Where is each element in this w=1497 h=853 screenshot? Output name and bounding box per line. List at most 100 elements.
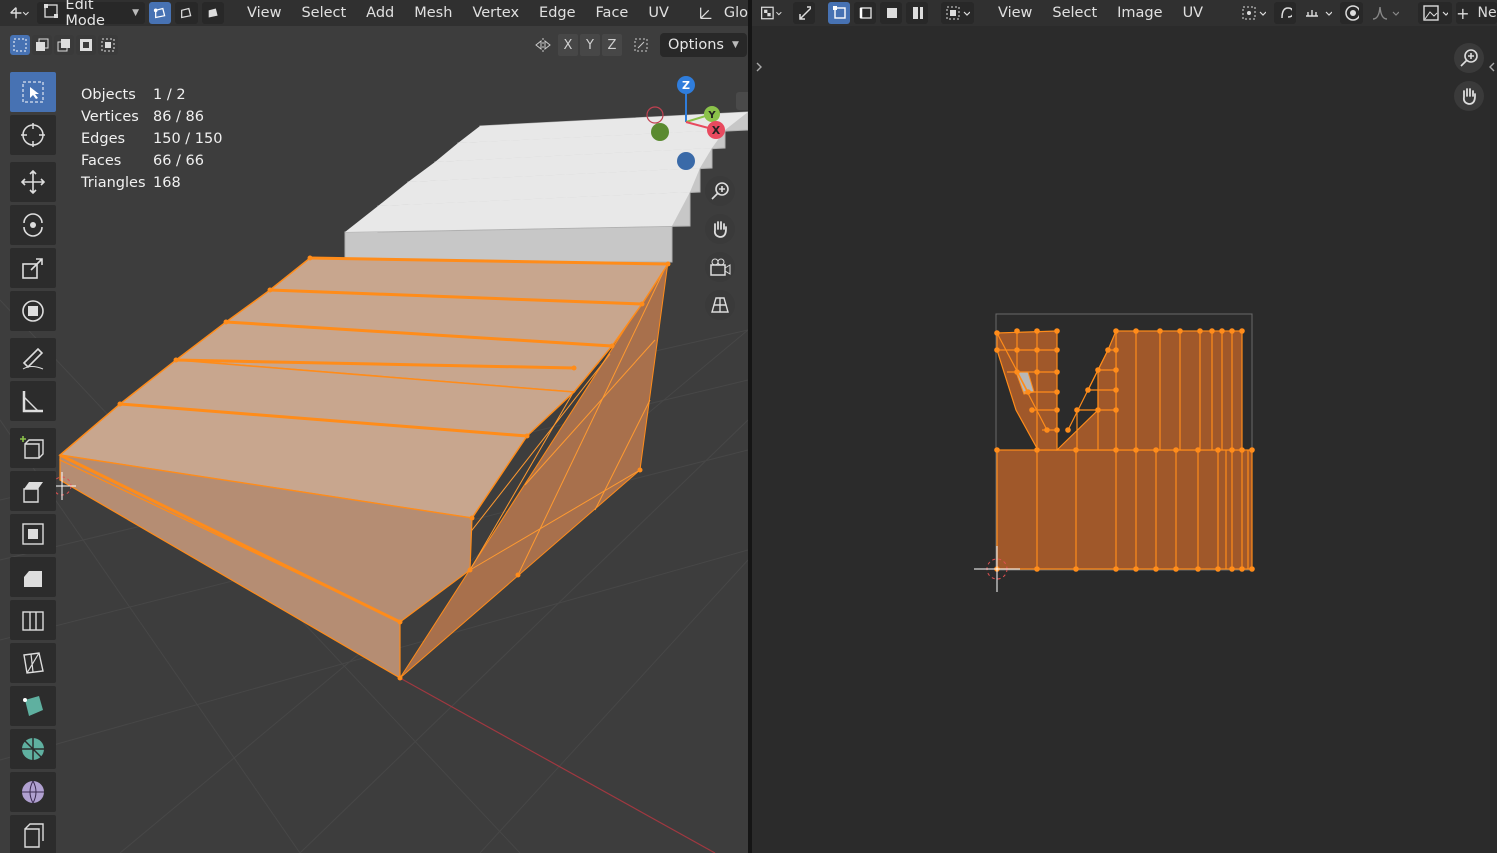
proportional-edit-button[interactable] bbox=[1340, 2, 1364, 24]
camera-view-button[interactable] bbox=[705, 252, 735, 282]
menu-select[interactable]: Select bbox=[293, 2, 354, 24]
uv-sync-selection-button[interactable] bbox=[792, 2, 816, 24]
uv-menu-view[interactable]: View bbox=[990, 2, 1040, 24]
new-image-button[interactable]: + Ne bbox=[1455, 2, 1497, 24]
image-icon bbox=[1422, 5, 1448, 21]
menu-uv[interactable]: UV bbox=[640, 2, 677, 24]
mode-select[interactable]: Edit Mode ▼ bbox=[37, 0, 146, 29]
perspective-toggle-button[interactable] bbox=[705, 290, 735, 320]
sidebar-expand-chevron-icon[interactable] bbox=[1487, 58, 1497, 76]
menu-view[interactable]: View bbox=[239, 2, 289, 24]
uv-menu-uv[interactable]: UV bbox=[1175, 2, 1212, 24]
uv-header: View Select Image UV + Ne bbox=[752, 0, 1497, 26]
uv-editor[interactable]: View Select Image UV + Ne bbox=[752, 0, 1497, 853]
add-cube-tool[interactable] bbox=[10, 428, 56, 468]
toolbar-expand-chevron-icon[interactable] bbox=[754, 58, 764, 76]
poly-build-tool[interactable] bbox=[10, 686, 56, 726]
annotate-tool[interactable] bbox=[10, 338, 56, 378]
select-invert-icon[interactable] bbox=[76, 35, 96, 55]
select-extend-icon[interactable] bbox=[32, 35, 52, 55]
image-browse-button[interactable] bbox=[1417, 2, 1452, 24]
navigation-gizmo[interactable]: Z Y X bbox=[636, 70, 748, 180]
menu-add[interactable]: Add bbox=[358, 2, 402, 24]
mirror-x-button[interactable]: X bbox=[558, 34, 578, 56]
vertex-select-mode-button[interactable] bbox=[149, 2, 172, 24]
smooth-tool[interactable] bbox=[10, 772, 56, 812]
zoom-icon bbox=[1460, 49, 1478, 67]
transform-tool[interactable] bbox=[10, 291, 56, 331]
menu-edge[interactable]: Edge bbox=[531, 2, 584, 24]
falloff-button[interactable] bbox=[1367, 2, 1403, 24]
select-new-icon[interactable] bbox=[10, 35, 30, 55]
uv-island-mode-button[interactable] bbox=[906, 2, 929, 24]
falloff-curve-icon bbox=[1373, 6, 1399, 20]
sticky-select-icon bbox=[946, 6, 970, 20]
sync-arrows-icon bbox=[798, 6, 812, 20]
proportional-connected-button[interactable] bbox=[1273, 2, 1297, 24]
mirror-icon[interactable] bbox=[530, 34, 556, 56]
spin-tool[interactable] bbox=[10, 729, 56, 769]
mode-label: Edit Mode bbox=[65, 0, 105, 29]
uv-menu-image[interactable]: Image bbox=[1109, 2, 1170, 24]
gizmo-z-label: Z bbox=[682, 79, 690, 92]
uv-menu-select[interactable]: Select bbox=[1044, 2, 1105, 24]
inset-tool[interactable] bbox=[10, 514, 56, 554]
edge-slide-tool[interactable] bbox=[10, 815, 56, 853]
snap-button[interactable] bbox=[1300, 2, 1336, 24]
zoom-icon bbox=[711, 182, 729, 200]
stats-row: Triangles 168 bbox=[81, 172, 222, 194]
knife-tool[interactable] bbox=[10, 643, 56, 683]
menu-vertex[interactable]: Vertex bbox=[464, 2, 527, 24]
face-select-mode-button[interactable] bbox=[201, 2, 224, 24]
proportional-circle-icon bbox=[1345, 5, 1360, 21]
rotate-icon bbox=[23, 213, 43, 237]
uv-pan-button[interactable] bbox=[1454, 81, 1484, 111]
pan-button[interactable] bbox=[705, 214, 735, 244]
uv-sticky-select-button[interactable] bbox=[941, 2, 974, 24]
transform-icon bbox=[22, 300, 44, 322]
uv-canvas[interactable] bbox=[752, 0, 1497, 853]
loop-cut-tool[interactable] bbox=[10, 600, 56, 640]
cursor-tool[interactable] bbox=[10, 115, 56, 155]
uv-editor-type-icon[interactable] bbox=[756, 2, 789, 24]
select-subtract-icon[interactable] bbox=[54, 35, 74, 55]
bevel-tool[interactable] bbox=[10, 557, 56, 597]
options-dropdown[interactable]: Options ▼ bbox=[660, 33, 747, 57]
measure-tool[interactable] bbox=[10, 381, 56, 421]
pivot-point-button[interactable] bbox=[1237, 2, 1270, 24]
transform-orientation-icon[interactable] bbox=[694, 2, 718, 24]
zoom-button[interactable] bbox=[705, 176, 735, 206]
rotate-tool[interactable] bbox=[10, 205, 56, 245]
extrude-tool[interactable] bbox=[10, 471, 56, 511]
grid-perspective-icon bbox=[711, 297, 729, 313]
3d-viewport[interactable]: Edit Mode ▼ View Select Add Mesh Vertex … bbox=[0, 0, 748, 853]
menu-face[interactable]: Face bbox=[588, 2, 637, 24]
select-box-tool[interactable] bbox=[10, 72, 56, 112]
add-cube-icon bbox=[20, 436, 44, 459]
inset-icon bbox=[22, 523, 44, 545]
select-intersect-icon[interactable] bbox=[98, 35, 118, 55]
mirror-z-button[interactable]: Z bbox=[602, 34, 622, 56]
tool-shelf bbox=[10, 72, 58, 853]
mirror-y-button[interactable]: Y bbox=[580, 34, 600, 56]
menu-mesh[interactable]: Mesh bbox=[406, 2, 460, 24]
stats-value: 168 bbox=[153, 175, 181, 191]
edge-select-mode-button[interactable] bbox=[175, 2, 198, 24]
uv-vertex-mode-button[interactable] bbox=[828, 2, 851, 24]
snap-icon[interactable] bbox=[628, 34, 654, 56]
sidebar-toggle-tab[interactable] bbox=[736, 92, 748, 110]
uv-face-mode-button[interactable] bbox=[880, 2, 903, 24]
crosshair-icon bbox=[21, 123, 45, 147]
transform-orientation-label[interactable]: Glo bbox=[722, 2, 748, 24]
poly-build-icon bbox=[23, 696, 43, 716]
move-tool[interactable] bbox=[10, 162, 56, 202]
editor-type-icon[interactable] bbox=[4, 2, 33, 24]
scale-tool[interactable] bbox=[10, 248, 56, 288]
uv-edge-mode-button[interactable] bbox=[854, 2, 877, 24]
stats-label: Faces bbox=[81, 153, 122, 169]
stats-value: 1 / 2 bbox=[153, 87, 186, 103]
stats-label: Edges bbox=[81, 131, 126, 147]
uv-zoom-button[interactable] bbox=[1454, 43, 1484, 73]
stats-row: Vertices 86 / 86 bbox=[81, 106, 222, 128]
statistics-overlay: Objects 1 / 2 Vertices 86 / 86 Edges 150 / … bbox=[81, 84, 222, 194]
